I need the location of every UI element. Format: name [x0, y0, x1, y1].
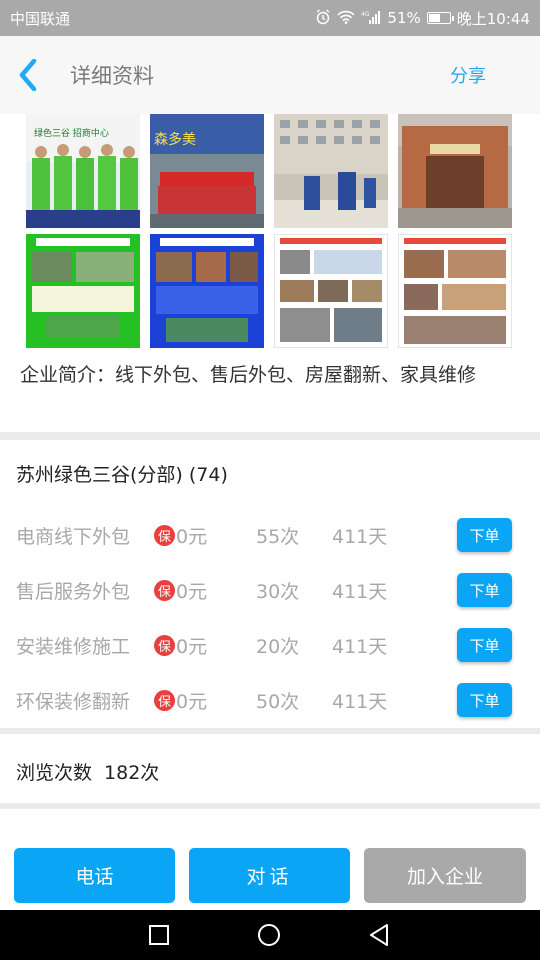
photo-gallery: 绿色三谷 招商中心 森多美 [26, 114, 516, 348]
status-icons: 4G 51% 晚上10:44 [315, 8, 530, 29]
chevron-left-icon [19, 59, 37, 91]
home-icon[interactable] [256, 922, 282, 948]
section-divider [0, 803, 540, 809]
carrier-label: 中国联通 [10, 9, 71, 28]
service-price: 0元 [176, 580, 208, 603]
photo-flyer-green[interactable] [26, 234, 140, 348]
service-price: 0元 [176, 525, 208, 548]
service-row: 电商线下外包 保 0元 55次 411天 下单 [0, 514, 540, 556]
service-days: 411天 [332, 525, 388, 548]
guarantee-badge: 保 [154, 524, 175, 546]
guarantee-badge: 保 [154, 689, 175, 711]
company-name: 苏州绿色三谷(分部) (74) [16, 464, 228, 486]
page-title: 详细资料 [70, 64, 154, 88]
order-button[interactable]: 下单 [457, 573, 512, 607]
photo-entrance[interactable] [398, 114, 512, 228]
photo-flyer-blue[interactable] [150, 234, 264, 348]
company-intro: 企业简介：线下外包、售后外包、房屋翻新、家具维修 [20, 364, 477, 386]
service-count: 30次 [256, 580, 300, 603]
photo-caption: 森多美 [154, 131, 196, 148]
recents-icon[interactable] [146, 922, 172, 948]
section-divider [0, 728, 540, 734]
section-divider [0, 432, 540, 440]
battery-fill [428, 14, 440, 22]
photo-team-green[interactable]: 绿色三谷 招商中心 [26, 114, 140, 228]
guarantee-badge: 保 [154, 634, 175, 656]
photo-caption: 绿色三谷 招商中心 [34, 127, 109, 139]
photo-team-banner[interactable]: 森多美 [150, 114, 264, 228]
chat-button[interactable]: 对话 [189, 848, 350, 903]
battery-percent: 51% [387, 9, 421, 27]
service-name: 安装维修施工 [16, 635, 131, 658]
call-button[interactable]: 电话 [14, 848, 175, 903]
battery-icon [426, 12, 454, 24]
signal-icon: 4G [361, 10, 381, 27]
service-name: 环保装修翻新 [16, 690, 131, 713]
photo-brochure-1[interactable] [274, 234, 388, 348]
app-header: 详细资料 分享 [0, 36, 540, 114]
order-button[interactable]: 下单 [457, 628, 512, 662]
guarantee-badge: 保 [154, 579, 175, 601]
view-count-label: 浏览次数 [16, 762, 93, 784]
status-bar: 中国联通 4G 51% 晚上10:44 [0, 0, 540, 36]
join-company-button[interactable]: 加入企业 [364, 848, 526, 903]
service-days: 411天 [332, 635, 388, 658]
service-row: 安装维修施工 保 0元 20次 411天 下单 [0, 624, 540, 666]
service-name: 售后服务外包 [16, 580, 131, 603]
back-button[interactable] [0, 36, 56, 114]
photo-building-workers[interactable] [274, 114, 388, 228]
service-count: 20次 [256, 635, 300, 658]
service-row: 售后服务外包 保 0元 30次 411天 下单 [0, 569, 540, 611]
wifi-icon [337, 10, 356, 27]
network-type: 4G [361, 11, 370, 18]
service-row: 环保装修翻新 保 0元 50次 411天 下单 [0, 679, 540, 721]
order-button[interactable]: 下单 [457, 518, 512, 552]
view-count: 浏览次数 182次 [16, 758, 159, 785]
share-button[interactable]: 分享 [450, 62, 486, 88]
service-count: 55次 [256, 525, 300, 548]
photo-brochure-2[interactable] [398, 234, 512, 348]
order-button[interactable]: 下单 [457, 683, 512, 717]
service-name: 电商线下外包 [16, 525, 131, 548]
service-price: 0元 [176, 690, 208, 713]
alarm-icon [315, 8, 331, 28]
service-count: 50次 [256, 690, 300, 713]
clock: 晚上10:44 [456, 9, 530, 28]
service-days: 411天 [332, 580, 388, 603]
system-nav-bar [0, 910, 540, 960]
service-days: 411天 [332, 690, 388, 713]
bottom-action-bar: 电话 对话 加入企业 [0, 840, 540, 910]
view-count-value: 182次 [104, 762, 160, 784]
back-icon[interactable] [366, 922, 392, 948]
service-price: 0元 [176, 635, 208, 658]
